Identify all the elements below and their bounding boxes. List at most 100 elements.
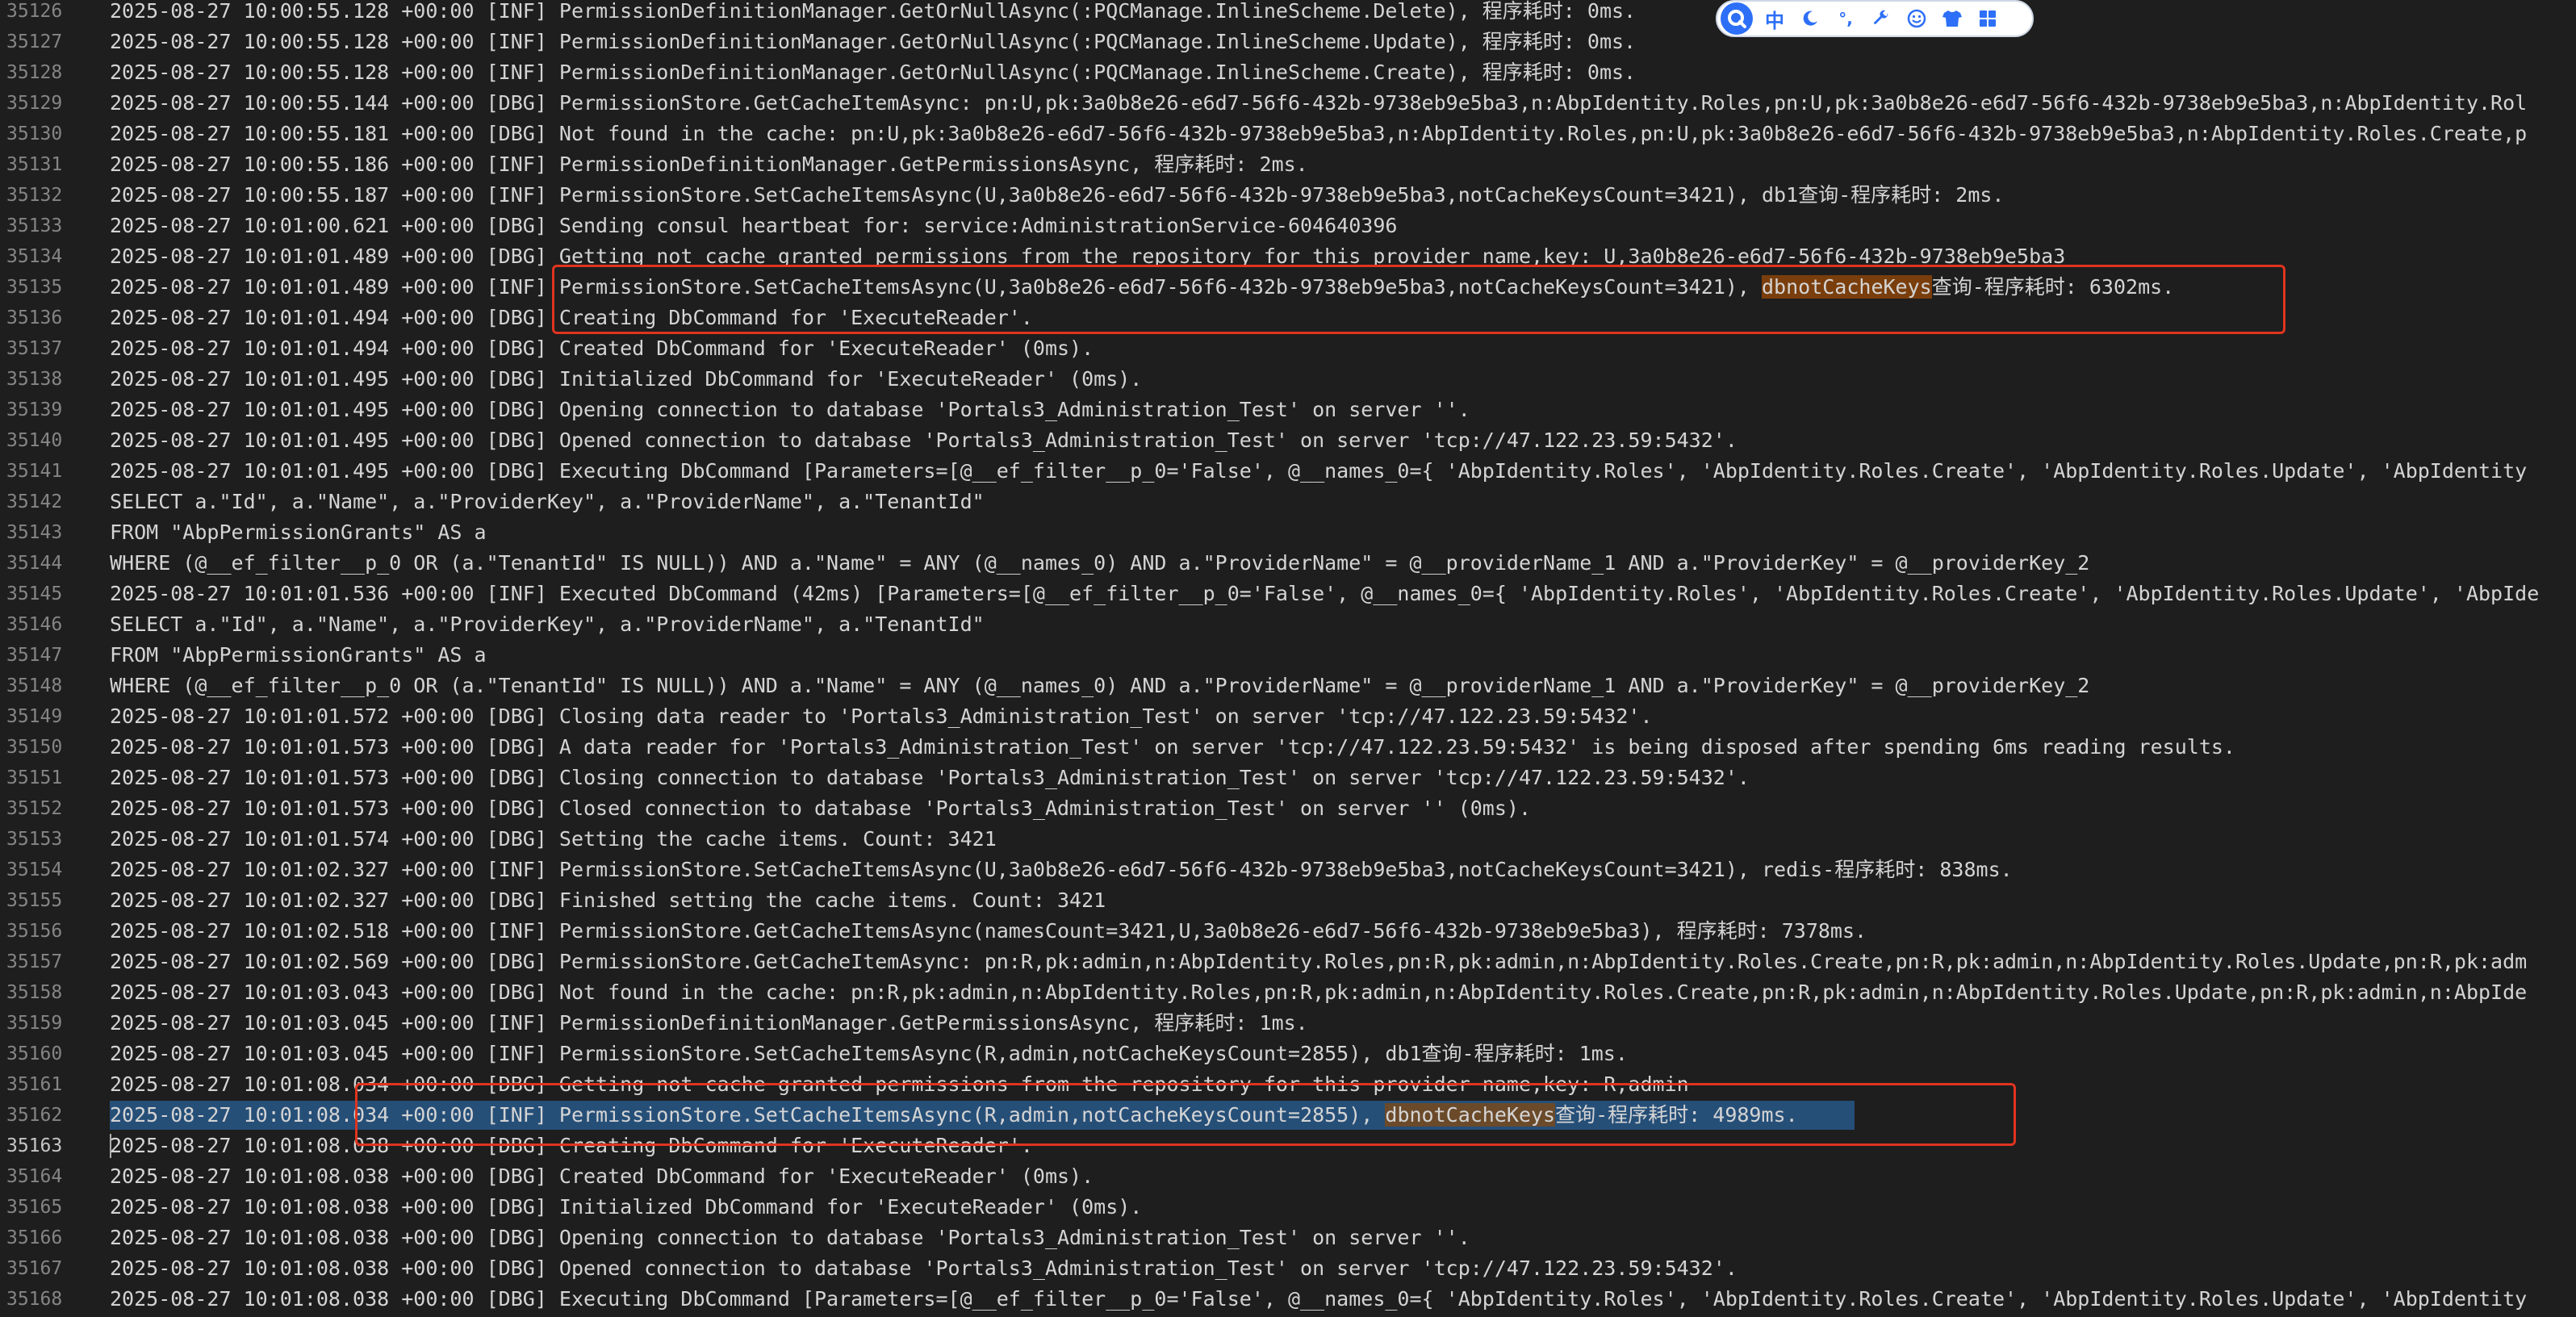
log-text-segment: 2025-08-27 10:01:01.489 +00:00 [INF] Per… — [110, 275, 1762, 299]
log-line[interactable]: 35136 2025-08-27 10:01:01.494 +00:00 [DBG… — [0, 303, 2576, 333]
log-line[interactable]: 35147 FROM "AbpPermissionGrants" AS a — [0, 640, 2576, 671]
log-text: 2025-08-27 10:01:03.045 +00:00 [INF] Per… — [110, 1011, 1308, 1035]
log-text: SELECT a."Id", a."Name", a."ProviderKey"… — [110, 613, 985, 636]
wrench-icon[interactable] — [1867, 5, 1895, 32]
log-line[interactable]: 35155 2025-08-27 10:01:02.327 +00:00 [DBG… — [0, 885, 2576, 916]
log-line[interactable]: 35153 2025-08-27 10:01:01.574 +00:00 [DBG… — [0, 824, 2576, 855]
line-number: 35144 — [6, 553, 63, 574]
log-line[interactable]: 35166 2025-08-27 10:01:08.038 +00:00 [DBG… — [0, 1223, 2576, 1253]
line-number: 35151 — [6, 767, 63, 788]
log-text: 2025-08-27 10:01:01.536 +00:00 [INF] Exe… — [110, 582, 2540, 605]
input-mode-toggle[interactable]: 中 — [1761, 5, 1788, 32]
log-line[interactable]: 35142 SELECT a."Id", a."Name", a."Provide… — [0, 487, 2576, 517]
line-number: 35126 — [6, 1, 63, 22]
log-line[interactable]: 35143 FROM "AbpPermissionGrants" AS a — [0, 517, 2576, 548]
log-line[interactable]: 35161 2025-08-27 10:01:08.034 +00:00 [DBG… — [0, 1069, 2576, 1100]
line-number: 35140 — [6, 430, 63, 451]
log-line[interactable]: 35130 2025-08-27 10:00:55.181 +00:00 [DBG… — [0, 119, 2576, 149]
line-number: 35162 — [6, 1105, 63, 1126]
log-line[interactable]: 35160 2025-08-27 10:01:03.045 +00:00 [INF… — [0, 1039, 2576, 1069]
log-text: 2025-08-27 10:01:01.495 +00:00 [DBG] Exe… — [110, 459, 2528, 483]
log-line[interactable]: 35158 2025-08-27 10:01:03.043 +00:00 [DBG… — [0, 977, 2576, 1008]
log-line[interactable]: 35164 2025-08-27 10:01:08.038 +00:00 [DBG… — [0, 1161, 2576, 1192]
line-number: 35163 — [6, 1135, 63, 1156]
line-number: 35168 — [6, 1289, 63, 1310]
line-number: 35150 — [6, 737, 63, 758]
log-line[interactable]: 35151 2025-08-27 10:01:01.573 +00:00 [DBG… — [0, 763, 2576, 793]
log-line[interactable]: 35146 SELECT a."Id", a."Name", a."Provide… — [0, 609, 2576, 640]
log-text: 2025-08-27 10:01:01.494 +00:00 [DBG] Cre… — [110, 306, 1033, 329]
log-text: 2025-08-27 10:01:08.038 +00:00 [DBG] Ini… — [110, 1195, 1143, 1219]
log-text: 2025-08-27 10:01:08.038 +00:00 [DBG] Cre… — [110, 1134, 1033, 1157]
smiley-icon[interactable] — [1903, 5, 1930, 32]
log-line[interactable]: 35133 2025-08-27 10:01:00.621 +00:00 [DBG… — [0, 211, 2576, 241]
moon-icon[interactable] — [1796, 5, 1824, 32]
log-line[interactable]: 35168 2025-08-27 10:01:08.038 +00:00 [DBG… — [0, 1284, 2576, 1315]
log-line[interactable]: 35127 2025-08-27 10:00:55.128 +00:00 [INF… — [0, 27, 2576, 57]
log-line[interactable]: 35128 2025-08-27 10:00:55.128 +00:00 [INF… — [0, 57, 2576, 88]
log-text: 2025-08-27 10:00:55.144 +00:00 [DBG] Per… — [110, 91, 2528, 115]
log-line[interactable]: 35139 2025-08-27 10:01:01.495 +00:00 [DBG… — [0, 395, 2576, 425]
log-line[interactable]: 35165 2025-08-27 10:01:08.038 +00:00 [DBG… — [0, 1192, 2576, 1223]
log-line[interactable]: 35135 2025-08-27 10:01:01.489 +00:00 [INF… — [0, 272, 2576, 303]
log-line[interactable]: 35141 2025-08-27 10:01:01.495 +00:00 [DBG… — [0, 456, 2576, 487]
log-line[interactable]: 35138 2025-08-27 10:01:01.495 +00:00 [DBG… — [0, 364, 2576, 395]
log-text-segment: 查询-程序耗时: 4989ms. — [1555, 1103, 1798, 1127]
log-line[interactable]: 35126 2025-08-27 10:00:55.128 +00:00 [INF… — [0, 0, 2576, 27]
log-text: 2025-08-27 10:01:00.621 +00:00 [DBG] Sen… — [110, 214, 1398, 237]
log-text: 2025-08-27 10:01:01.572 +00:00 [DBG] Clo… — [110, 704, 1653, 728]
log-line[interactable]: 35137 2025-08-27 10:01:01.494 +00:00 [DBG… — [0, 333, 2576, 364]
log-editor[interactable]: 35126 2025-08-27 10:00:55.128 +00:00 [INF… — [0, 0, 2576, 1317]
punctuation-icon[interactable]: °, — [1832, 5, 1859, 32]
log-line[interactable]: 35157 2025-08-27 10:01:02.569 +00:00 [DBG… — [0, 947, 2576, 977]
log-line[interactable]: 35131 2025-08-27 10:00:55.186 +00:00 [INF… — [0, 149, 2576, 180]
line-number: 35160 — [6, 1043, 63, 1064]
log-line[interactable]: 35149 2025-08-27 10:01:01.572 +00:00 [DBG… — [0, 701, 2576, 732]
log-line[interactable]: 35150 2025-08-27 10:01:01.573 +00:00 [DBG… — [0, 732, 2576, 763]
log-line[interactable]: 35159 2025-08-27 10:01:03.045 +00:00 [INF… — [0, 1008, 2576, 1039]
input-method-logo-icon[interactable] — [1721, 2, 1753, 35]
line-number: 35157 — [6, 951, 63, 972]
log-text-segment: 2025-08-27 10:01:08.034 +00:00 [INF] Per… — [110, 1103, 1386, 1127]
line-number: 35158 — [6, 982, 63, 1003]
log-line[interactable]: 35163 2025-08-27 10:01:08.038 +00:00 [DBG… — [0, 1131, 2576, 1161]
line-number: 35139 — [6, 399, 63, 420]
log-line[interactable]: 35152 2025-08-27 10:01:01.573 +00:00 [DBG… — [0, 793, 2576, 824]
log-line[interactable]: 35129 2025-08-27 10:00:55.144 +00:00 [DBG… — [0, 88, 2576, 119]
log-text: 2025-08-27 10:01:02.327 +00:00 [DBG] Fin… — [110, 888, 1106, 912]
log-text: FROM "AbpPermissionGrants" AS a — [110, 521, 487, 544]
log-line[interactable]: 35145 2025-08-27 10:01:01.536 +00:00 [INF… — [0, 579, 2576, 609]
line-number: 35165 — [6, 1197, 63, 1218]
log-text: 2025-08-27 10:01:01.573 +00:00 [DBG] Clo… — [110, 766, 1750, 789]
log-line[interactable]: 35140 2025-08-27 10:01:01.495 +00:00 [DBG… — [0, 425, 2576, 456]
log-text: FROM "AbpPermissionGrants" AS a — [110, 643, 487, 667]
ime-toolbar[interactable]: 中 °, — [1716, 0, 2034, 37]
grid-icon[interactable] — [1974, 5, 2001, 32]
line-number: 35132 — [6, 185, 63, 206]
log-line[interactable]: 35167 2025-08-27 10:01:08.038 +00:00 [DBG… — [0, 1253, 2576, 1284]
log-line[interactable]: 35156 2025-08-27 10:01:02.518 +00:00 [INF… — [0, 916, 2576, 947]
log-line[interactable]: 35132 2025-08-27 10:00:55.187 +00:00 [INF… — [0, 180, 2576, 211]
log-text: 2025-08-27 10:00:55.128 +00:00 [INF] Per… — [110, 30, 1637, 53]
line-number: 35137 — [6, 338, 63, 359]
line-number: 35127 — [6, 31, 63, 52]
log-line[interactable]: 35134 2025-08-27 10:01:01.489 +00:00 [DBG… — [0, 241, 2576, 272]
shirt-icon[interactable] — [1938, 5, 1966, 32]
line-number: 35129 — [6, 93, 63, 114]
log-line[interactable]: 35148 WHERE (@__ef_filter__p_0 OR (a."Ten… — [0, 671, 2576, 701]
log-text: 2025-08-27 10:01:01.495 +00:00 [DBG] Ini… — [110, 367, 1143, 391]
log-text: 2025-08-27 10:01:03.045 +00:00 [INF] Per… — [110, 1042, 1628, 1065]
log-text: 2025-08-27 10:01:08.034 +00:00 [DBG] Get… — [110, 1072, 1689, 1096]
log-line[interactable]: 35144 WHERE (@__ef_filter__p_0 OR (a."Ten… — [0, 548, 2576, 579]
log-text: SELECT a."Id", a."Name", a."ProviderKey"… — [110, 490, 985, 513]
log-line[interactable]: 35154 2025-08-27 10:01:02.327 +00:00 [INF… — [0, 855, 2576, 885]
log-text: 2025-08-27 10:01:08.038 +00:00 [DBG] Ope… — [110, 1226, 1470, 1249]
line-number: 35138 — [6, 369, 63, 390]
line-number: 35153 — [6, 829, 63, 850]
log-line[interactable]: 35162 2025-08-27 10:01:08.034 +00:00 [INF… — [0, 1100, 2576, 1131]
line-number: 35136 — [6, 307, 63, 328]
log-text: 2025-08-27 10:01:01.489 +00:00 [INF] Per… — [110, 272, 2174, 303]
line-number: 35130 — [6, 123, 63, 144]
line-number: 35167 — [6, 1258, 63, 1279]
log-text: 2025-08-27 10:00:55.181 +00:00 [DBG] Not… — [110, 122, 2528, 145]
